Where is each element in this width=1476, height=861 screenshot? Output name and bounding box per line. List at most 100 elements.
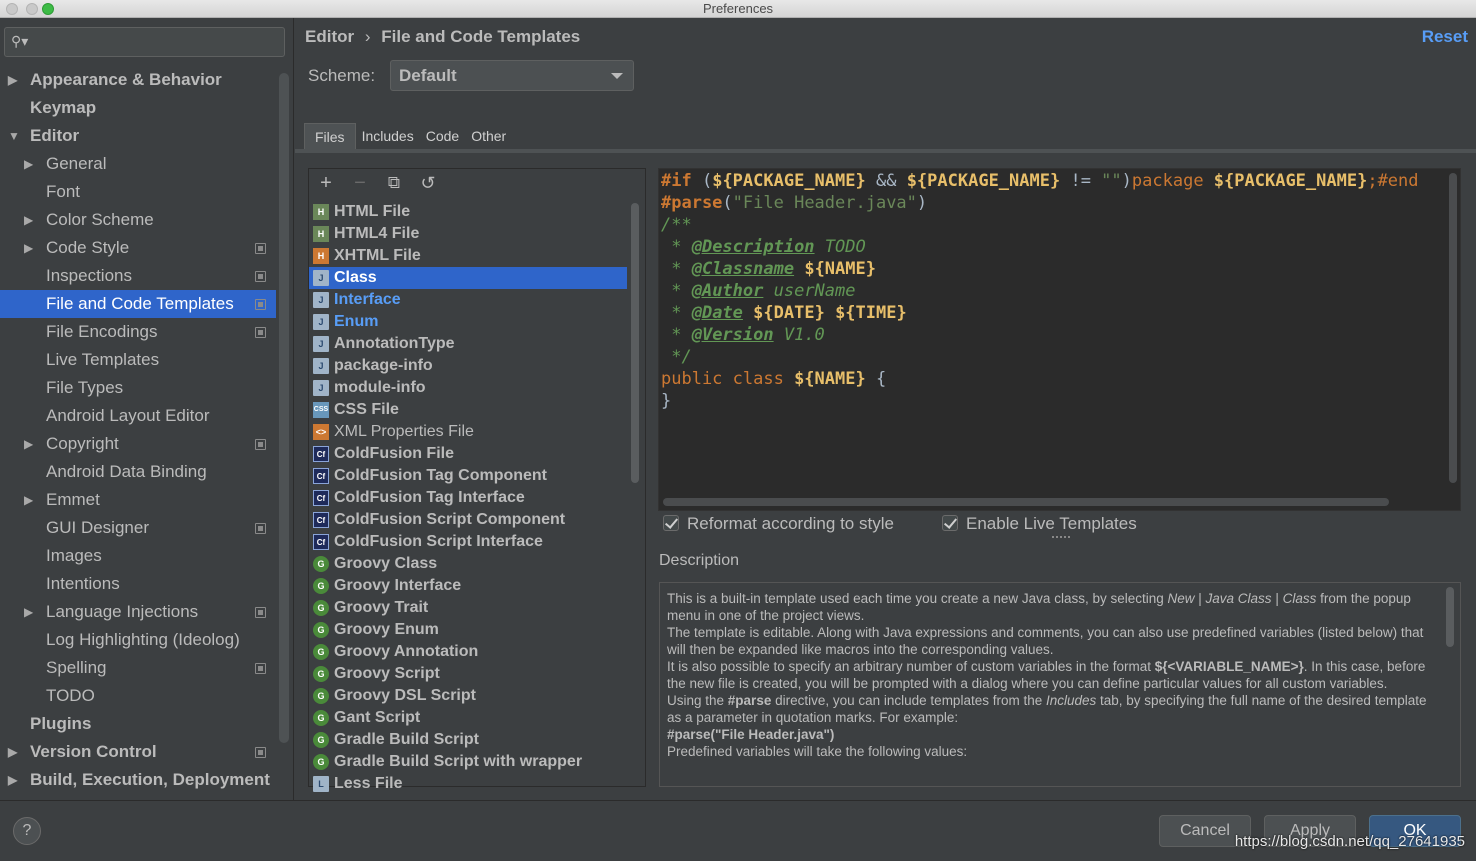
cf-file-icon: Cf [313, 512, 329, 528]
sidebar-item-android-data-binding[interactable]: Android Data Binding [0, 458, 276, 486]
template-item-coldfusion-script-interface[interactable]: Cf ColdFusion Script Interface [309, 531, 627, 553]
live-templates-checkbox[interactable]: Enable Live Templates [942, 514, 1137, 534]
sidebar-item-gui-designer[interactable]: GUI Designer [0, 514, 276, 542]
template-item-coldfusion-file[interactable]: Cf ColdFusion File [309, 443, 627, 465]
template-item-interface[interactable]: J Interface [309, 289, 627, 311]
tab-files[interactable]: Files [304, 123, 356, 149]
template-item-css-file[interactable]: CSS CSS File [309, 399, 627, 421]
chevron-right-icon[interactable]: ▶ [24, 150, 33, 178]
template-item-coldfusion-script-component[interactable]: Cf ColdFusion Script Component [309, 509, 627, 531]
code-line: * @Version V1.0 [661, 324, 1419, 346]
java-file-icon: J [313, 358, 329, 374]
chevron-right-icon[interactable]: ▶ [8, 738, 17, 766]
editor-horizontal-scrollbar[interactable] [663, 498, 1389, 506]
resize-handle[interactable] [1052, 536, 1070, 540]
template-item-gant-script[interactable]: G Gant Script [309, 707, 627, 729]
sidebar-item-keymap[interactable]: Keymap [0, 94, 276, 122]
chevron-right-icon[interactable]: ▶ [24, 430, 33, 458]
code-token: #parse [661, 193, 723, 213]
template-item-xml-properties-file[interactable]: <> XML Properties File [309, 421, 627, 443]
sidebar-item-general[interactable]: ▶ General [0, 150, 276, 178]
template-item-groovy-trait[interactable]: G Groovy Trait [309, 597, 627, 619]
chevron-right-icon[interactable]: ▶ [24, 598, 33, 626]
tab-includes[interactable]: Includes [356, 123, 420, 149]
template-item-label: HTML File [334, 203, 411, 220]
sidebar-item-file-types[interactable]: File Types [0, 374, 276, 402]
template-item-label: Groovy DSL Script [334, 687, 476, 704]
chevron-down-icon[interactable]: ▼ [8, 122, 20, 150]
template-item-gradle-build-script-with-wrapper[interactable]: G Gradle Build Script with wrapper [309, 751, 627, 773]
sidebar-item-inspections[interactable]: Inspections [0, 262, 276, 290]
sidebar-item-color-scheme[interactable]: ▶ Color Scheme [0, 206, 276, 234]
description-scrollbar[interactable] [1446, 587, 1454, 647]
template-item-groovy-enum[interactable]: G Groovy Enum [309, 619, 627, 641]
code-token: != [1060, 171, 1102, 191]
template-item-groovy-annotation[interactable]: G Groovy Annotation [309, 641, 627, 663]
chevron-right-icon[interactable]: ▶ [24, 486, 33, 514]
template-item-package-info[interactable]: Jpackage-info [309, 355, 627, 377]
tab-other[interactable]: Other [465, 123, 512, 149]
reformat-checkbox[interactable]: Reformat according to style [663, 514, 894, 534]
templates-list-scrollbar[interactable] [631, 203, 639, 483]
template-item-enum[interactable]: J Enum [309, 311, 627, 333]
add-icon[interactable]: + [315, 172, 337, 194]
reset-link[interactable]: Reset [1422, 27, 1468, 47]
sidebar-item-spelling[interactable]: Spelling [0, 654, 276, 682]
template-item-coldfusion-tag-component[interactable]: Cf ColdFusion Tag Component [309, 465, 627, 487]
template-item-gradle-build-script[interactable]: G Gradle Build Script [309, 729, 627, 751]
template-item-label: Groovy Annotation [334, 643, 479, 660]
sidebar-item-android-layout-editor[interactable]: Android Layout Editor [0, 402, 276, 430]
tab-code[interactable]: Code [420, 123, 465, 149]
sidebar-item-file-and-code-templates[interactable]: File and Code Templates [0, 290, 276, 318]
sidebar-item-todo[interactable]: TODO [0, 682, 276, 710]
sidebar-item-build-execution-deployment[interactable]: ▶ Build, Execution, Deployment [0, 766, 276, 794]
chevron-right-icon[interactable]: ▶ [24, 234, 33, 262]
description-text: This is a built-in template used each ti… [667, 590, 1427, 760]
description-heading: Description [659, 552, 740, 569]
template-item-groovy-class[interactable]: G Groovy Class [309, 553, 627, 575]
sidebar-item-emmet[interactable]: ▶ Emmet [0, 486, 276, 514]
template-item-groovy-dsl-script[interactable]: G Groovy DSL Script [309, 685, 627, 707]
template-item-html4-file[interactable]: H HTML4 File [309, 223, 627, 245]
template-item-module-info[interactable]: Jmodule-info [309, 377, 627, 399]
template-item-less-file[interactable]: L Less File [309, 773, 627, 795]
editor-vertical-scrollbar[interactable] [1449, 173, 1457, 483]
template-item-xhtml-file[interactable]: H XHTML File [309, 245, 627, 267]
chevron-right-icon[interactable]: ▶ [8, 766, 17, 794]
code-line: /** [661, 214, 1419, 236]
template-code-editor[interactable]: #if (${PACKAGE_NAME} && ${PACKAGE_NAME} … [658, 168, 1461, 511]
sidebar-item-log-highlighting-ideolog[interactable]: Log Highlighting (Ideolog) [0, 626, 276, 654]
breadcrumb-root[interactable]: Editor [305, 27, 354, 46]
sidebar-item-intentions[interactable]: Intentions [0, 570, 276, 598]
code-token: userName [763, 281, 856, 301]
sidebar-item-plugins[interactable]: Plugins [0, 710, 276, 738]
revert-icon[interactable]: ↺ [417, 172, 439, 194]
sidebar-item-code-style[interactable]: ▶ Code Style [0, 234, 276, 262]
sidebar-item-version-control[interactable]: ▶ Version Control [0, 738, 276, 766]
copy-icon[interactable]: ⧉ [383, 172, 405, 194]
chevron-right-icon[interactable]: ▶ [24, 206, 33, 234]
sidebar-item-copyright[interactable]: ▶ Copyright [0, 430, 276, 458]
sidebar-item-images[interactable]: Images [0, 542, 276, 570]
sidebar-item-appearance-behavior[interactable]: ▶ Appearance & Behavior [0, 66, 276, 94]
settings-search-input[interactable]: ⚲▾ [4, 27, 285, 57]
sidebar-item-language-injections[interactable]: ▶ Language Injections [0, 598, 276, 626]
sidebar-item-file-encodings[interactable]: File Encodings [0, 318, 276, 346]
sidebar-item-font[interactable]: Font [0, 178, 276, 206]
template-item-coldfusion-tag-interface[interactable]: Cf ColdFusion Tag Interface [309, 487, 627, 509]
code-token: @Date [691, 303, 743, 323]
sidebar-scrollbar[interactable] [279, 73, 289, 743]
template-item-groovy-script[interactable]: G Groovy Script [309, 663, 627, 685]
template-item-html-file[interactable]: H HTML File [309, 201, 627, 223]
scheme-dropdown[interactable]: Default [390, 60, 634, 91]
template-item-class[interactable]: J Class [309, 267, 627, 289]
help-button[interactable]: ? [13, 817, 41, 845]
template-item-groovy-interface[interactable]: G Groovy Interface [309, 575, 627, 597]
sidebar-item-editor[interactable]: ▼ Editor [0, 122, 276, 150]
template-item-label: Groovy Trait [334, 599, 429, 616]
template-item-annotationtype[interactable]: J AnnotationType [309, 333, 627, 355]
remove-icon[interactable]: − [349, 172, 371, 194]
sidebar-item-label: Inspections [46, 266, 132, 285]
sidebar-item-live-templates[interactable]: Live Templates [0, 346, 276, 374]
chevron-right-icon[interactable]: ▶ [8, 66, 17, 94]
